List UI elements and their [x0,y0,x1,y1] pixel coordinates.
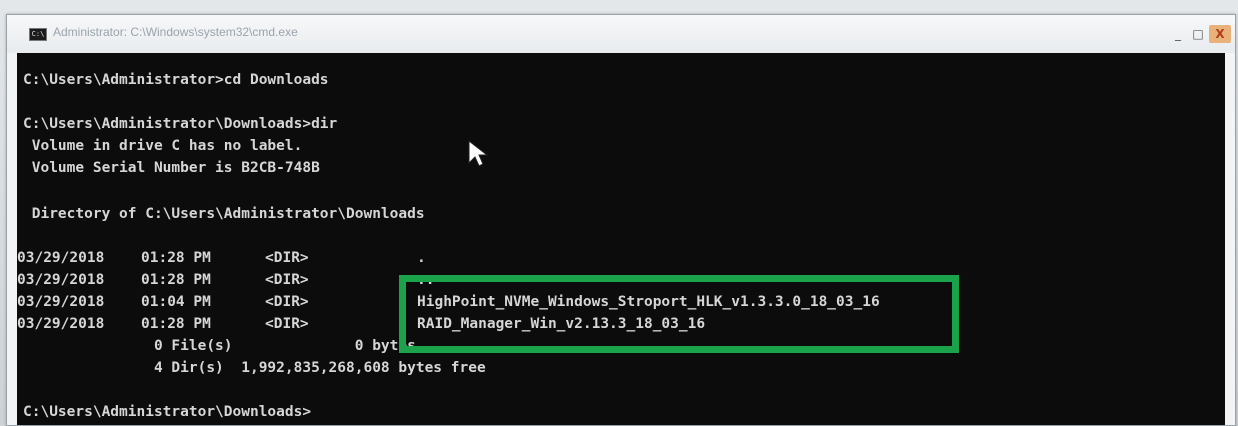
listing-time: 01:04 PM [141,294,211,310]
minimize-button[interactable]: _ [1169,25,1187,43]
listing-date: 03/29/2018 [17,316,105,332]
listing-name: . [417,250,426,266]
listing-type: <DIR> [265,294,309,310]
photo-background: C:\ Administrator: C:\Windows\system32\c… [0,0,1238,426]
console-line: 4 Dir(s) 1,992,835,268,608 bytes free [23,360,486,376]
listing-date: 03/29/2018 [17,294,105,310]
console-line: Volume Serial Number is B2CB-748B [23,160,320,176]
console-line: Volume in drive C has no label. [23,138,303,154]
maximize-button[interactable]: □ [1189,25,1207,43]
window-title: Administrator: C:\Windows\system32\cmd.e… [53,25,298,39]
listing-date: 03/29/2018 [17,272,105,288]
mouse-pointer-icon [468,139,489,167]
cmd-icon: C:\ [29,28,47,41]
listing-name: HighPoint_NVMe_Windows_Stroport_HLK_v1.3… [417,294,880,310]
console-line: 0 File(s) 0 bytes [23,338,416,354]
listing-name: .. [417,272,435,288]
listing-time: 01:28 PM [141,272,211,288]
console-line: Directory of C:\Users\Administrator\Down… [23,206,425,222]
console-line: C:\Users\Administrator\Downloads> [23,404,312,420]
cmd-window[interactable]: C:\ Administrator: C:\Windows\system32\c… [6,14,1236,426]
listing-time: 01:28 PM [141,316,211,332]
close-button[interactable]: X [1209,25,1231,43]
listing-name: RAID_Manager_Win_v2.13.3_18_03_16 [417,316,706,332]
title-bar[interactable]: C:\ Administrator: C:\Windows\system32\c… [7,15,1235,53]
console-line: C:\Users\Administrator>cd Downloads [23,72,329,88]
console-output[interactable]: C:\Users\Administrator>cd Downloads C:\U… [17,53,1225,425]
listing-type: <DIR> [265,272,309,288]
listing-type: <DIR> [265,250,309,266]
console-line: C:\Users\Administrator\Downloads>dir [23,116,338,132]
listing-time: 01:28 PM [141,250,211,266]
listing-date: 03/29/2018 [17,250,105,266]
listing-type: <DIR> [265,316,309,332]
